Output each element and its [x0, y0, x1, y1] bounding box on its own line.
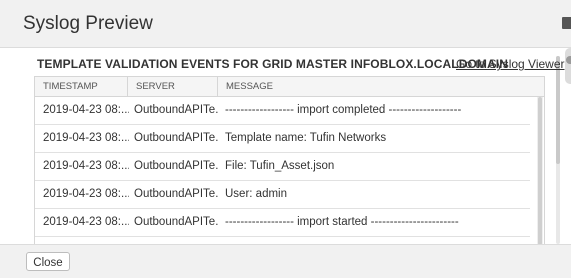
server-cell: OutboundAPITe...	[134, 132, 218, 144]
message-cell: File: Tufin_Asset.json	[225, 160, 335, 172]
timestamp-cell: 2019-04-23 08:...	[43, 216, 129, 228]
table-header: TIMESTAMP SERVER MESSAGE	[35, 77, 544, 97]
dialog-scrollbar[interactable]	[556, 56, 560, 244]
events-table: TIMESTAMP SERVER MESSAGE 2019-04-23 08:.…	[34, 76, 545, 244]
server-cell: OutboundAPITe...	[134, 104, 218, 116]
server-cell: OutboundAPITe...	[134, 160, 218, 172]
side-tab-icon	[566, 56, 571, 64]
section-title: TEMPLATE VALIDATION EVENTS FOR GRID MAST…	[37, 57, 508, 71]
message-cell: User: admin	[225, 188, 287, 200]
timestamp-cell: 2019-04-23 08:...	[43, 188, 129, 200]
go-to-syslog-viewer-link[interactable]: Go to Syslog Viewer	[456, 57, 565, 71]
column-header-server[interactable]: SERVER	[127, 77, 217, 96]
message-cell: ------------------ import started ------…	[225, 216, 459, 228]
side-panel-tab[interactable]	[565, 48, 571, 84]
column-header-timestamp[interactable]: TIMESTAMP	[35, 77, 127, 96]
dialog-scrollbar-thumb[interactable]	[556, 56, 560, 164]
message-cell: ------------------ import completed ----…	[225, 104, 462, 116]
table-scrollbar[interactable]	[537, 97, 543, 244]
table-row[interactable]: 2019-04-23 08:... OutboundAPITe... User:…	[35, 181, 530, 209]
table-scrollbar-thumb[interactable]	[538, 97, 542, 244]
timestamp-cell: 2019-04-23 08:...	[43, 160, 129, 172]
dialog-header: Syslog Preview	[0, 0, 571, 48]
message-cell: Template name: Tufin Networks	[225, 132, 387, 144]
table-row[interactable]: 2019-04-23 08:... OutboundAPITe... Templ…	[35, 125, 530, 153]
server-cell: OutboundAPITe...	[134, 188, 218, 200]
table-row[interactable]: 2019-04-23 08:... OutboundAPITe... -----…	[35, 97, 530, 125]
server-cell: OutboundAPITe...	[134, 216, 218, 228]
timestamp-cell: 2019-04-23 08:...	[43, 132, 129, 144]
table-row[interactable]: 2019-04-23 08:... OutboundAPITe... -----…	[35, 209, 530, 237]
dialog-title: Syslog Preview	[23, 13, 153, 34]
column-header-message[interactable]: MESSAGE	[217, 77, 535, 96]
close-button[interactable]: Close	[26, 252, 70, 271]
panel-toggle-icon[interactable]	[562, 17, 571, 29]
dialog-footer: Close	[0, 244, 571, 278]
timestamp-cell: 2019-04-23 08:...	[43, 104, 129, 116]
table-row[interactable]: 2019-04-23 08:... OutboundAPITe... File:…	[35, 153, 530, 181]
